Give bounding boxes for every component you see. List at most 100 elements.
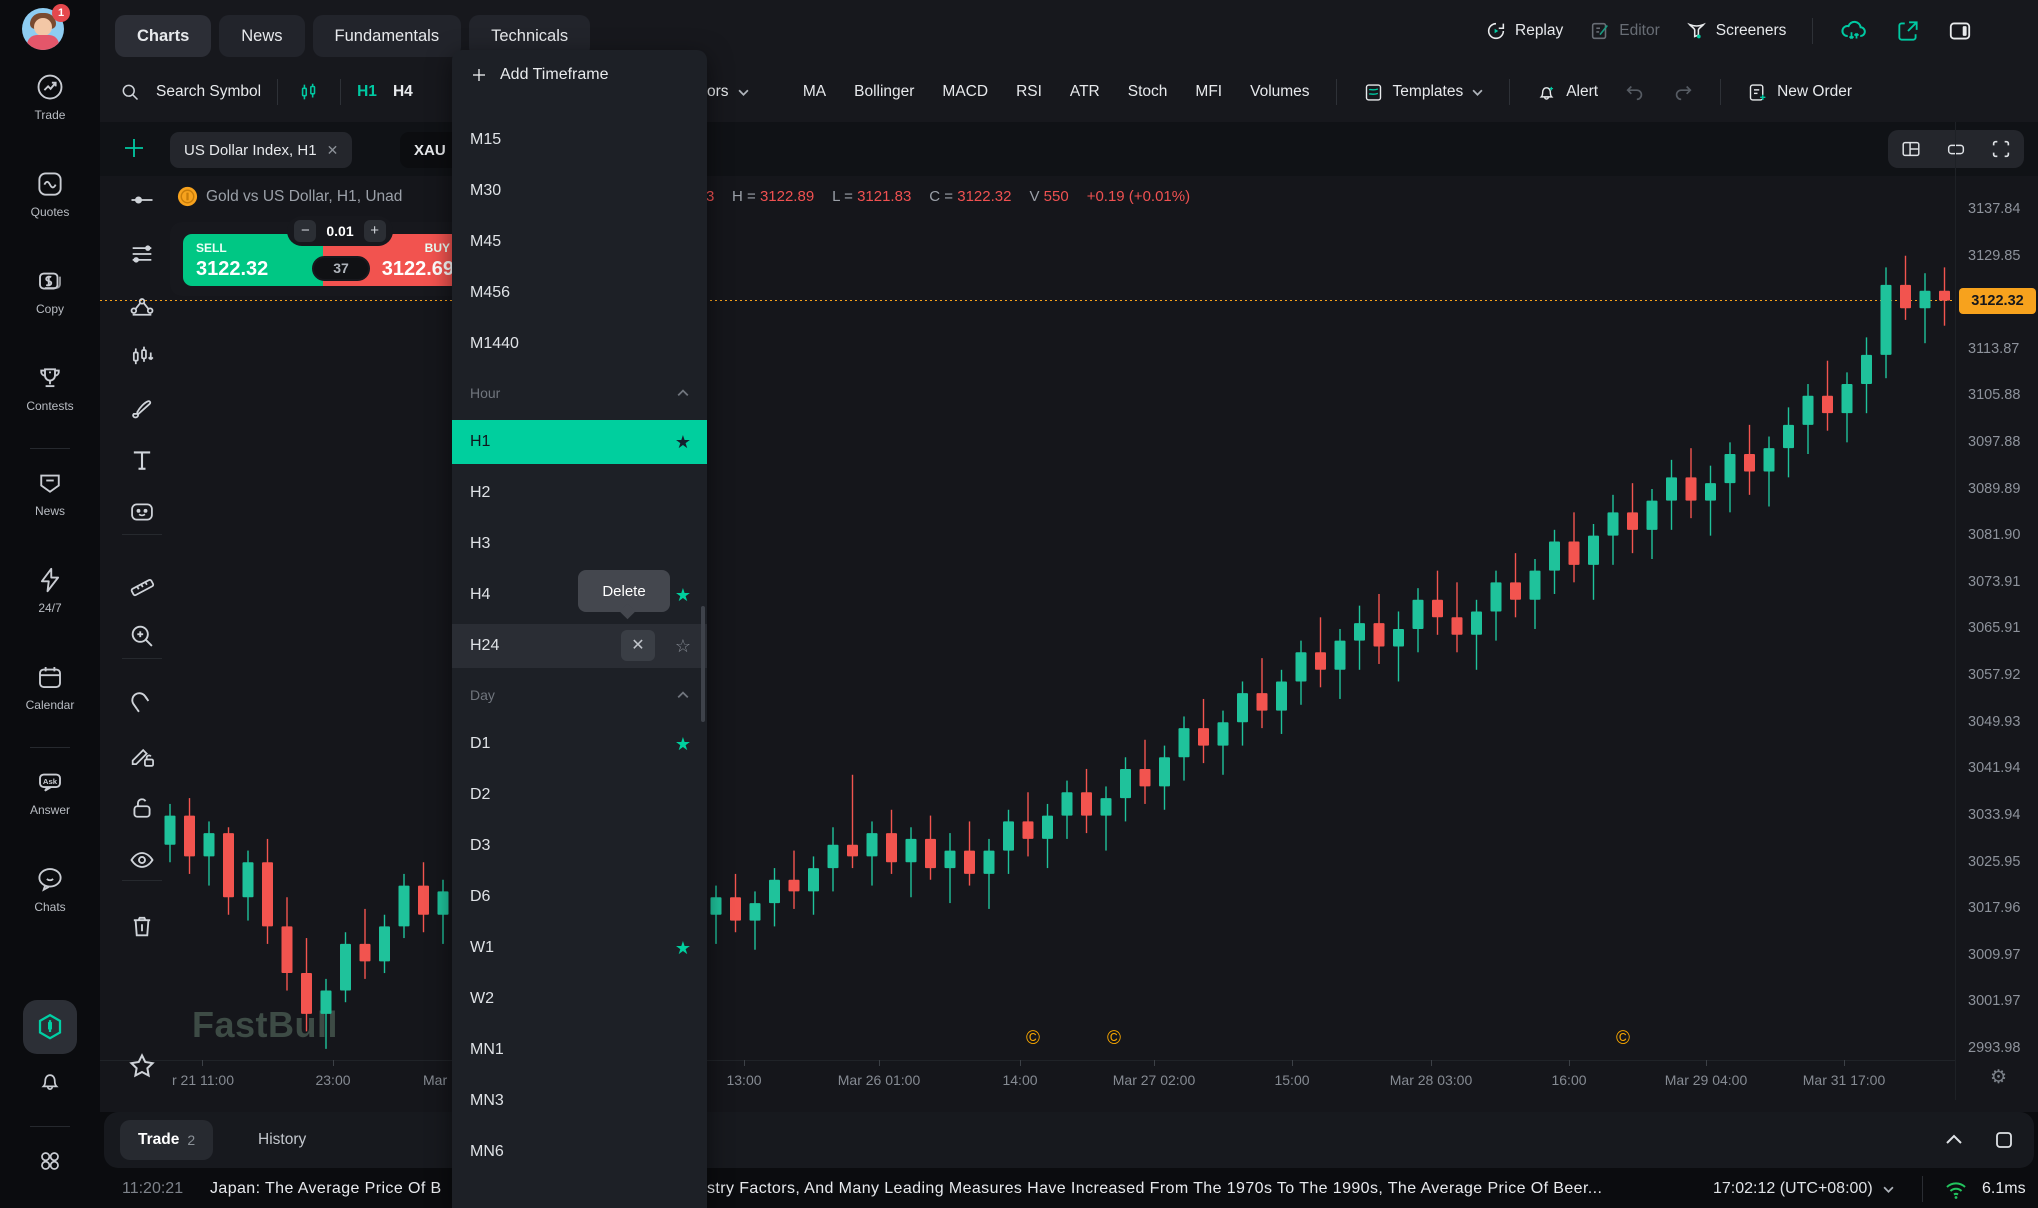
- zoom-in-icon[interactable]: [126, 620, 158, 652]
- expand-panel-icon[interactable]: [1992, 1128, 2016, 1152]
- favorite-star-icon[interactable]: ★: [675, 432, 691, 453]
- sidebar-item-quotes[interactable]: Quotes: [0, 169, 100, 219]
- indicator-mfi[interactable]: MFI: [1195, 83, 1222, 101]
- menu-item-m456[interactable]: M456: [452, 271, 707, 315]
- favorite-star-icon[interactable]: ★: [675, 734, 691, 755]
- magnet-icon[interactable]: [126, 688, 158, 720]
- timeframe-h4-button[interactable]: H4: [393, 83, 413, 101]
- candle-body: [945, 851, 956, 868]
- new-order-button[interactable]: New Order: [1747, 82, 1852, 103]
- nav-tab-charts[interactable]: Charts: [115, 15, 211, 57]
- indicator-atr[interactable]: ATR: [1070, 83, 1100, 101]
- sidebar-item-247[interactable]: 24/7: [0, 565, 100, 615]
- replay-button[interactable]: Replay: [1485, 20, 1563, 42]
- menu-item-d6[interactable]: D6: [452, 875, 707, 919]
- trendlines-icon[interactable]: [126, 238, 158, 270]
- menu-item-m30[interactable]: M30: [452, 169, 707, 213]
- menu-item-h1[interactable]: H1★: [452, 420, 707, 464]
- candlestick-type-icon[interactable]: [298, 81, 320, 103]
- sticker-icon[interactable]: [126, 496, 158, 528]
- price-axis[interactable]: 3137.843129.853113.873105.883097.883089.…: [1955, 122, 2038, 1100]
- delete-timeframe-button[interactable]: ✕: [621, 630, 655, 661]
- menu-item-mn6[interactable]: MN6: [452, 1130, 707, 1174]
- symbol-title[interactable]: Gold vs US Dollar, H1, Unad: [206, 188, 402, 206]
- sidebar-item-calendar[interactable]: Calendar: [0, 662, 100, 712]
- price-axis-label: 3105.88: [1968, 387, 2020, 403]
- candle-body: [964, 851, 975, 874]
- indicator-rsi[interactable]: RSI: [1016, 83, 1042, 101]
- candle-body: [1276, 681, 1287, 710]
- sidebar-item-charting-active[interactable]: [23, 1000, 77, 1054]
- sidebar-item-trade[interactable]: Trade: [0, 72, 100, 122]
- menu-item-w2[interactable]: W2: [452, 977, 707, 1021]
- menu-item-d3[interactable]: D3: [452, 824, 707, 868]
- user-avatar[interactable]: 1: [22, 8, 66, 52]
- indicator-stoch[interactable]: Stoch: [1128, 83, 1168, 101]
- redo-icon[interactable]: [1672, 81, 1694, 103]
- sidebar-item-contests[interactable]: Contests: [0, 363, 100, 413]
- alert-button[interactable]: Alert: [1536, 82, 1598, 103]
- menu-item-m15[interactable]: M15: [452, 118, 707, 162]
- indicator-ma[interactable]: MA: [803, 83, 826, 101]
- collapse-panel-icon[interactable]: [1942, 1128, 1966, 1152]
- menu-item-h24[interactable]: H24✕☆: [452, 624, 707, 668]
- menu-section-hour[interactable]: Hour: [452, 376, 707, 410]
- favorite-star-icon[interactable]: ★: [675, 938, 691, 959]
- menu-item-m1440[interactable]: M1440: [452, 322, 707, 366]
- screeners-button[interactable]: Screeners: [1686, 20, 1787, 42]
- sidebar-item-answer[interactable]: AskAnswer: [0, 767, 100, 817]
- ruler-icon[interactable]: [126, 568, 158, 600]
- indicator-bollinger[interactable]: Bollinger: [854, 83, 914, 101]
- timeframe-h1-button[interactable]: H1: [357, 83, 377, 101]
- share-external-icon[interactable]: [1895, 18, 1921, 44]
- search-symbol-button[interactable]: Search Symbol: [156, 83, 261, 101]
- timeframe-dropdown-menu: Add Timeframe M15 M30 M45 M456 M1440 Hour H1★ H…: [452, 50, 707, 1208]
- pitchfork-icon[interactable]: [126, 290, 158, 322]
- nav-tab-news[interactable]: News: [219, 15, 304, 57]
- menu-section-day[interactable]: Day: [452, 678, 707, 712]
- nav-tab-fundamentals[interactable]: Fundamentals: [313, 15, 462, 57]
- menu-item-w1[interactable]: W1★: [452, 926, 707, 970]
- server-clock[interactable]: 17:02:12 (UTC+08:00): [1713, 1180, 1894, 1198]
- menu-item-m45[interactable]: M45: [452, 220, 707, 264]
- favorite-star-icon[interactable]: ★: [675, 585, 691, 606]
- menu-item-d2[interactable]: D2: [452, 773, 707, 817]
- sidebar-item-copy[interactable]: Copy: [0, 266, 100, 316]
- lot-increase-button[interactable]: +: [364, 220, 386, 242]
- menu-item-mn3[interactable]: MN3: [452, 1079, 707, 1123]
- indicator-macd[interactable]: MACD: [942, 83, 988, 101]
- indicator-volumes[interactable]: Volumes: [1250, 83, 1309, 101]
- menu-item-h2[interactable]: H2: [452, 471, 707, 515]
- tab-history[interactable]: History: [240, 1120, 324, 1160]
- news-headline-start[interactable]: Japan: The Average Price Of B: [210, 1180, 442, 1198]
- tab-trade[interactable]: Trade 2: [120, 1120, 213, 1160]
- text-icon[interactable]: [126, 444, 158, 476]
- sidebar-item-notifications[interactable]: [0, 1068, 100, 1094]
- star-icon[interactable]: [126, 1050, 158, 1082]
- news-headline-end[interactable]: stry Factors, And Many Leading Measures …: [707, 1180, 1602, 1198]
- editor-button[interactable]: Editor: [1589, 20, 1660, 42]
- templates-button[interactable]: Templates: [1363, 82, 1484, 103]
- brush-icon[interactable]: [126, 392, 158, 424]
- add-timeframe-button[interactable]: Add Timeframe: [452, 50, 707, 100]
- menu-item-h3[interactable]: H3: [452, 522, 707, 566]
- menu-item-mn1[interactable]: MN1: [452, 1028, 707, 1072]
- cloud-sync-icon[interactable]: [1839, 16, 1869, 46]
- candle-body: [282, 926, 293, 973]
- trash-icon[interactable]: [126, 910, 158, 942]
- lock-icon[interactable]: [126, 792, 158, 824]
- panel-toggle-icon[interactable]: [1947, 18, 1973, 44]
- sidebar-item-chats[interactable]: Chats: [0, 864, 100, 914]
- patterns-icon[interactable]: [126, 340, 158, 372]
- draw-lock-icon[interactable]: [126, 740, 158, 772]
- sidebar-item-news[interactable]: News: [0, 468, 100, 518]
- undo-icon[interactable]: [1624, 81, 1646, 103]
- indicators-menu-fragment[interactable]: ors: [707, 83, 749, 101]
- favorite-star-icon[interactable]: ☆: [675, 636, 691, 657]
- dropdown-scrollbar[interactable]: [701, 606, 705, 722]
- sidebar-item-apps[interactable]: [0, 1148, 100, 1174]
- lot-size-value[interactable]: 0.01: [326, 223, 353, 239]
- menu-item-d1[interactable]: D1★: [452, 722, 707, 766]
- lot-decrease-button[interactable]: −: [294, 220, 316, 242]
- eye-icon[interactable]: [126, 844, 158, 876]
